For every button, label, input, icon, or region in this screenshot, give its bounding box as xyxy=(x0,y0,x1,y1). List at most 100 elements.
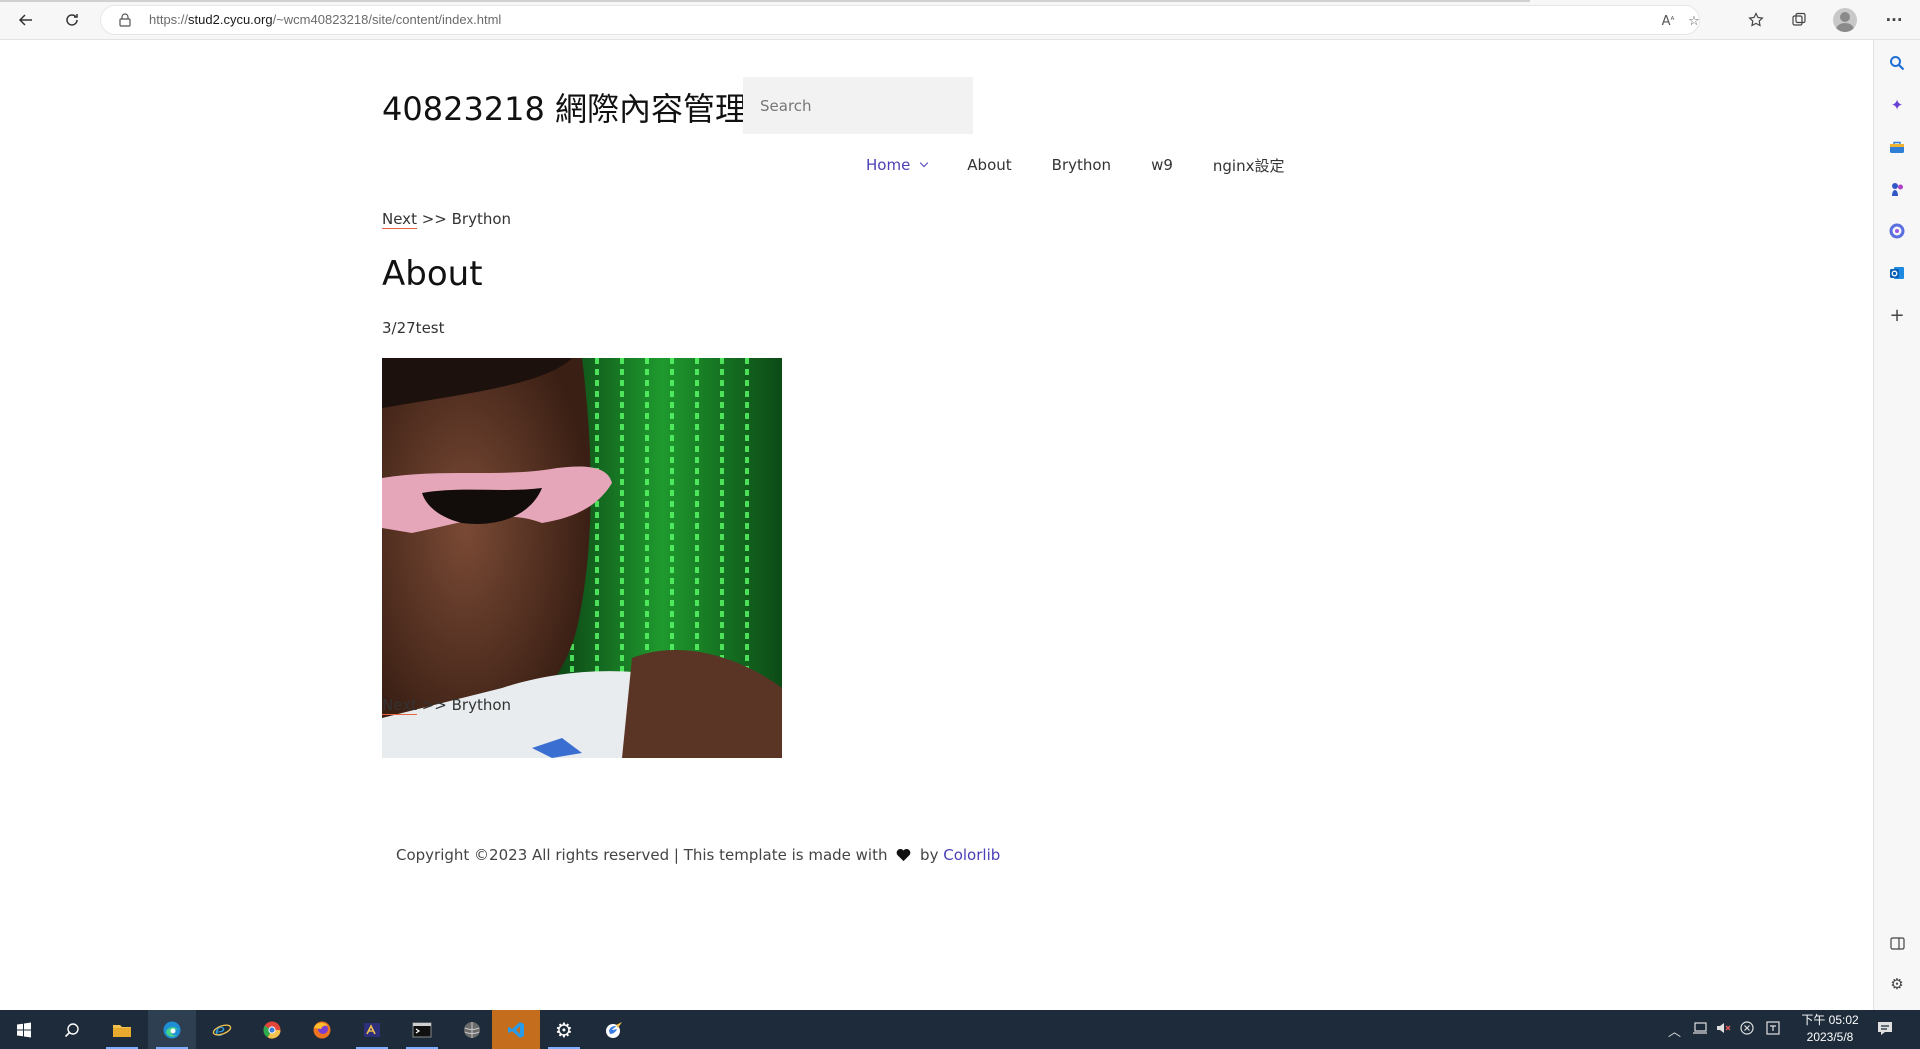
back-arrow-icon xyxy=(18,14,32,26)
file-explorer-button[interactable] xyxy=(98,1010,146,1049)
collections-icon[interactable] xyxy=(1785,6,1813,34)
shopping-icon[interactable] xyxy=(1886,136,1908,158)
breadcrumb-top: Next >> Brython xyxy=(382,210,512,229)
edge-button[interactable] xyxy=(148,1010,196,1049)
add-icon[interactable]: + xyxy=(1886,304,1908,326)
refresh-button[interactable] xyxy=(58,6,86,34)
taskbar-clock[interactable]: 下午 05:02 2023/5/8 xyxy=(1790,1012,1870,1046)
office-ring-icon xyxy=(1889,223,1905,239)
start-button[interactable] xyxy=(0,1010,48,1049)
edge-browser-icon xyxy=(163,1021,181,1038)
nav-item-label: Brython xyxy=(1051,156,1112,174)
sparkle-icon[interactable]: ✦ xyxy=(1886,94,1908,116)
outlook-icon[interactable] xyxy=(1886,262,1908,284)
more-menu-icon[interactable]: ··· xyxy=(1880,6,1908,34)
add-favorite-icon[interactable]: ☆ xyxy=(1685,12,1703,30)
address-bar[interactable]: https://stud2.cycu.org/~wcm40823218/site… xyxy=(100,5,1700,35)
nav-item-label: w9 xyxy=(1151,156,1173,174)
breadcrumb-text: >> Brython xyxy=(416,696,512,714)
svg-text:e: e xyxy=(215,1021,225,1040)
tray-overflow-icon[interactable]: ︿ xyxy=(1668,1021,1681,1040)
network-icon[interactable] xyxy=(1692,1021,1708,1039)
nav-item-label: Home xyxy=(866,156,911,174)
firefox-button[interactable] xyxy=(298,1010,346,1049)
nav-item-label: nginx設定 xyxy=(1212,156,1285,175)
settings-button[interactable]: ⚙ xyxy=(540,1010,588,1049)
content-text: 3/27test xyxy=(382,319,445,337)
windows-logo-icon xyxy=(17,1022,31,1037)
footer-by: by xyxy=(920,846,939,864)
breadcrumb-text: >> Brython xyxy=(416,210,512,228)
nav-item-w9[interactable]: w9 xyxy=(1151,153,1173,177)
sphere-app-icon xyxy=(464,1021,480,1038)
url-text[interactable]: https://stud2.cycu.org/~wcm40823218/site… xyxy=(149,12,501,27)
next-link[interactable]: Next xyxy=(382,210,417,229)
devtool-button[interactable] xyxy=(348,1010,396,1049)
input-method-icon xyxy=(1766,1021,1780,1035)
taskbar-search-button[interactable] xyxy=(48,1010,96,1049)
windows-taskbar: e ⚙ ︿ 下午 05:02 2023/5/8 xyxy=(0,1010,1920,1049)
chess-piece-icon xyxy=(1892,183,1903,196)
breadcrumb-bottom: Next >> Brython xyxy=(382,696,512,715)
next-link[interactable]: Next xyxy=(382,696,417,715)
web-page: 40823218 網際內容管理 Home About Brython w9 ng… xyxy=(0,40,1872,1010)
site-title[interactable]: 40823218 網際內容管理 xyxy=(382,84,747,130)
settings-gear-icon: ⚙ xyxy=(555,1017,573,1042)
ime-icon[interactable] xyxy=(1766,1021,1780,1039)
nav-item-about[interactable]: About xyxy=(967,153,1011,177)
app-sphere-button[interactable] xyxy=(448,1010,496,1049)
notification-bubble-icon xyxy=(1878,1022,1892,1035)
folder-icon xyxy=(113,1024,131,1037)
vscode-button[interactable] xyxy=(492,1010,540,1049)
taskbar-search-icon xyxy=(64,1022,79,1037)
status-error-icon[interactable] xyxy=(1740,1021,1754,1039)
footer-text: Copyright ©2023 All rights reserved | Th… xyxy=(396,846,888,864)
favorites-icon[interactable] xyxy=(1742,6,1770,34)
search-input[interactable] xyxy=(743,77,973,134)
developer-tool-icon xyxy=(364,1022,380,1037)
colorlib-link[interactable]: Colorlib xyxy=(943,846,1000,864)
internet-explorer-button[interactable]: e xyxy=(198,1010,246,1049)
clock-date: 2023/5/8 xyxy=(1806,1030,1854,1044)
heart-icon xyxy=(896,848,911,862)
back-button[interactable] xyxy=(12,6,40,34)
outlook-mail-icon xyxy=(1890,267,1904,279)
nav-item-nginx[interactable]: nginx設定 xyxy=(1213,153,1285,177)
vscode-icon xyxy=(508,1021,524,1038)
settings-gear-icon[interactable]: ⚙ xyxy=(1886,973,1908,995)
circle-x-icon xyxy=(1740,1021,1754,1035)
panel-icon xyxy=(1889,936,1905,950)
page-heading: About xyxy=(382,254,483,294)
sidebar-search-icon xyxy=(1890,56,1905,71)
speaker-muted-icon xyxy=(1717,1023,1731,1033)
chrome-button[interactable] xyxy=(248,1010,296,1049)
search-icon[interactable] xyxy=(1886,52,1908,74)
browser-toolbar: https://stud2.cycu.org/~wcm40823218/site… xyxy=(0,0,1920,40)
python-idle-button[interactable] xyxy=(590,1010,638,1049)
nav-item-brython[interactable]: Brython xyxy=(1052,153,1111,177)
chrome-icon xyxy=(263,1021,281,1039)
clock-time: 下午 05:02 xyxy=(1801,1013,1859,1027)
profile-avatar[interactable] xyxy=(1833,8,1857,32)
refresh-icon xyxy=(66,14,78,26)
games-icon[interactable] xyxy=(1886,178,1908,200)
ie-icon: e xyxy=(212,1021,232,1040)
footer: Copyright ©2023 All rights reserved | Th… xyxy=(396,846,1000,864)
python-feather-icon xyxy=(606,1021,622,1038)
terminal-button[interactable] xyxy=(398,1010,446,1049)
office-icon[interactable] xyxy=(1886,220,1908,242)
read-aloud-icon[interactable]: Aᴬ xyxy=(1659,12,1677,30)
nav-item-label: About xyxy=(967,156,1012,174)
lock-icon xyxy=(119,13,131,27)
collections-squares-icon xyxy=(1792,12,1806,26)
volume-muted-icon[interactable] xyxy=(1716,1021,1732,1039)
favorites-star-icon xyxy=(1748,12,1764,27)
main-nav: Home About Brython w9 nginx設定 xyxy=(866,153,1324,177)
shopping-bag-icon xyxy=(1890,141,1904,153)
split-screen-icon[interactable] xyxy=(1886,932,1908,954)
loading-bar xyxy=(0,0,1530,2)
nav-item-home[interactable]: Home xyxy=(866,153,929,177)
notification-icon[interactable] xyxy=(1877,1021,1893,1040)
terminal-icon xyxy=(412,1022,432,1037)
chevron-down-icon xyxy=(920,158,929,168)
